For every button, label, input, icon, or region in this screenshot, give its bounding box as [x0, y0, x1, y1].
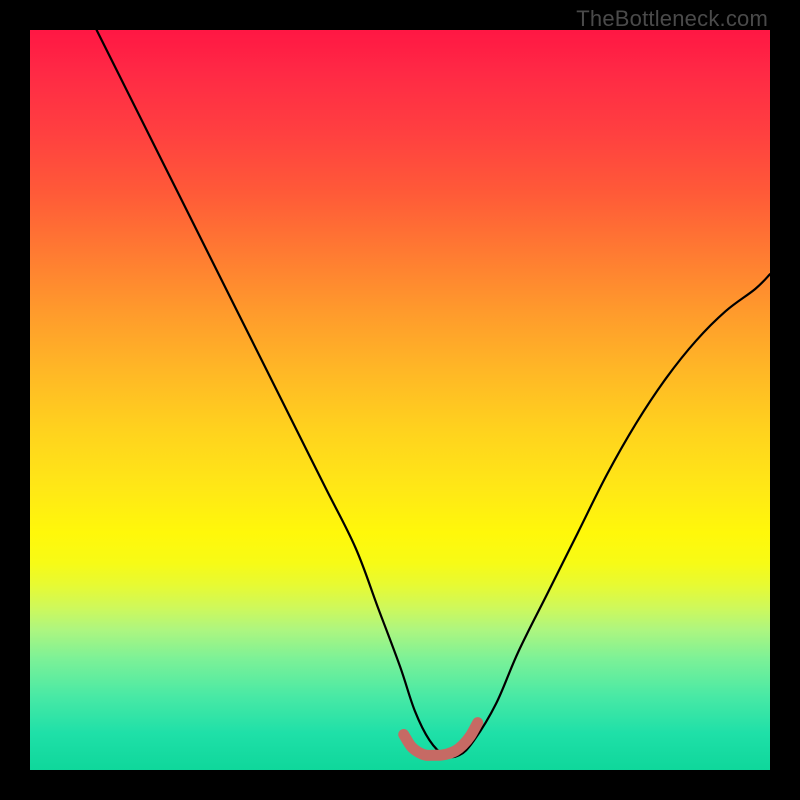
bottleneck-curve: [97, 30, 770, 757]
gradient-plot-area: [30, 30, 770, 770]
watermark-text: TheBottleneck.com: [576, 6, 768, 32]
chart-stage: TheBottleneck.com: [0, 0, 800, 800]
curve-svg: [30, 30, 770, 770]
